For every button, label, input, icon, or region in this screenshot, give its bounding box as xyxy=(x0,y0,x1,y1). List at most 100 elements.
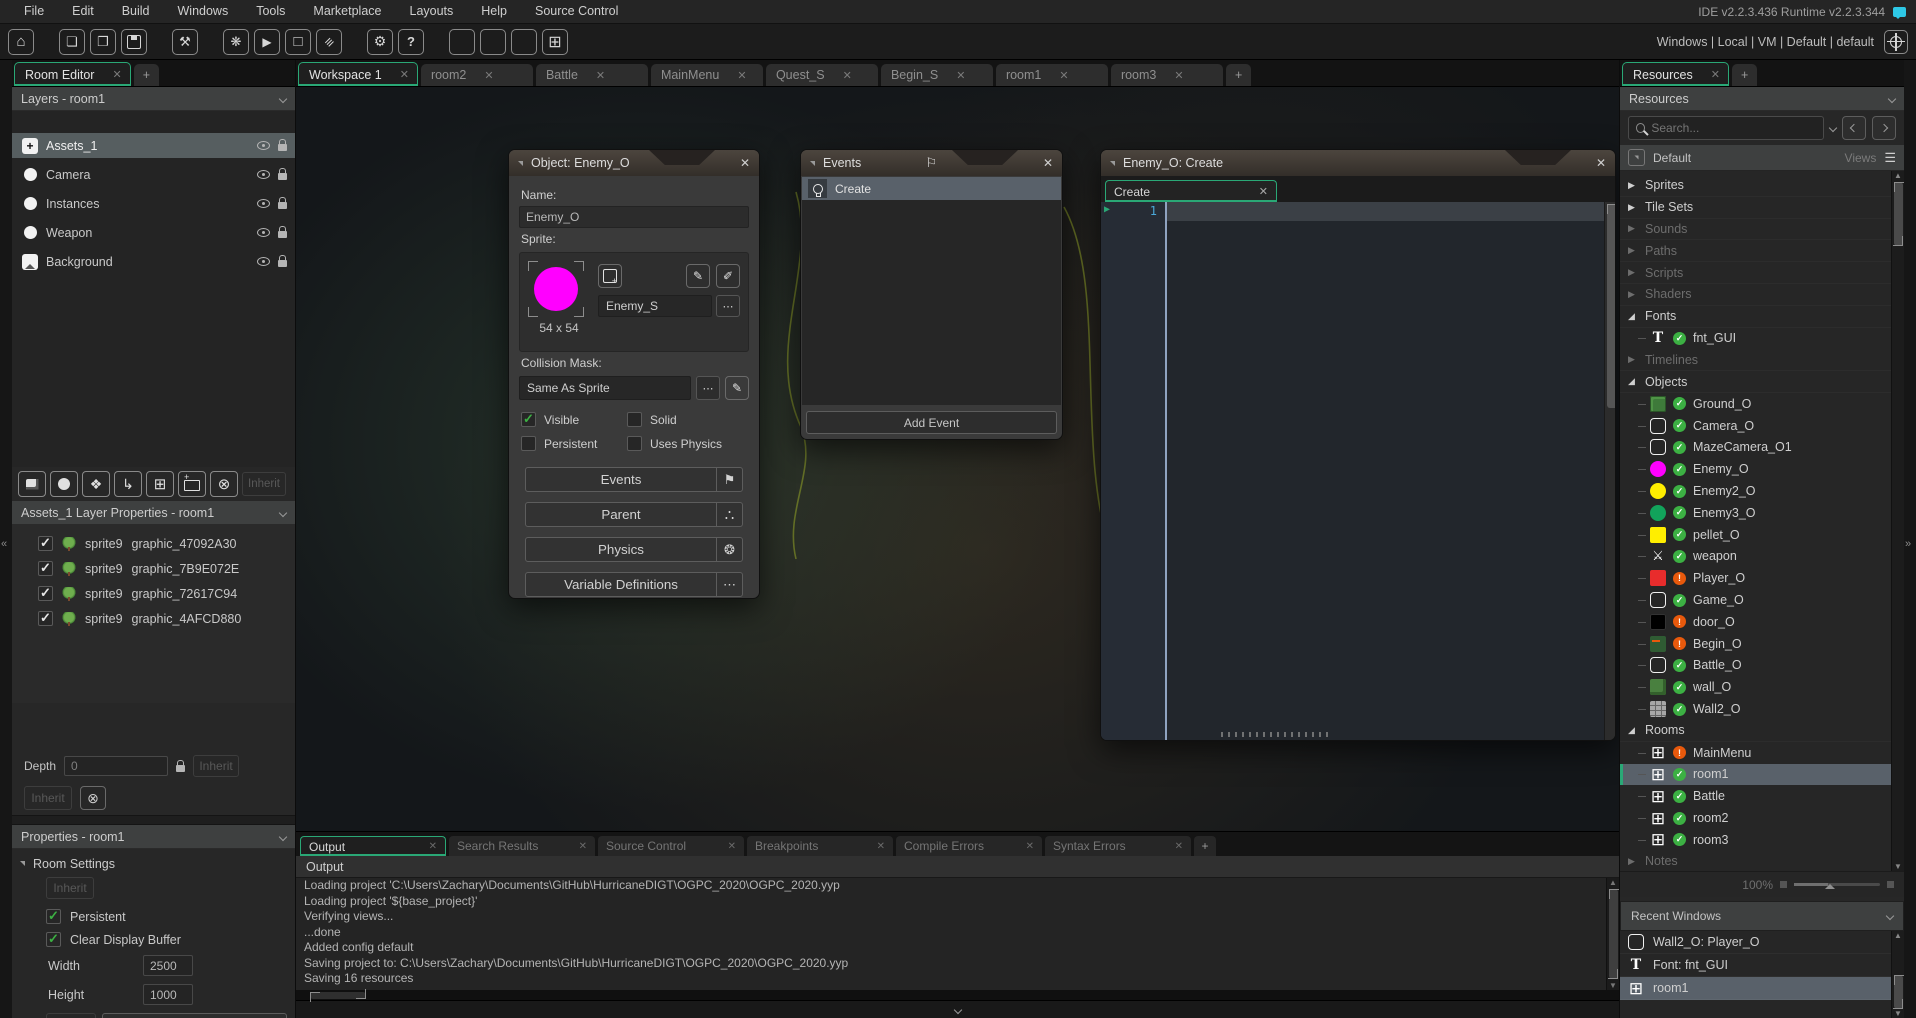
zoom-slider[interactable] xyxy=(1794,883,1880,886)
asset-row[interactable]: sprite9 graphic_47092A30 xyxy=(12,531,295,556)
visibility-eye-icon[interactable] xyxy=(257,170,270,179)
expander-icon[interactable] xyxy=(1628,725,1638,736)
object-action-button[interactable]: Physics xyxy=(525,537,743,562)
resource-row[interactable]: Enemy3_O xyxy=(1620,502,1904,524)
add-event-button[interactable]: Add Event xyxy=(806,411,1057,434)
resource-row[interactable]: room2 xyxy=(1620,807,1904,829)
collapse-all-icon[interactable] xyxy=(1628,149,1645,166)
zoom-out-handle[interactable] xyxy=(1780,881,1787,888)
expander-icon[interactable] xyxy=(1628,289,1638,300)
add-output-tab-button[interactable]: + xyxy=(1194,836,1216,856)
close-icon[interactable]: ✕ xyxy=(1711,68,1720,81)
code-editor-window[interactable]: Enemy_O: Create ✕ Create ✕ ▶ 1 xyxy=(1100,149,1616,741)
setting-checkbox[interactable] xyxy=(46,909,61,924)
code-area[interactable] xyxy=(1167,202,1615,740)
object-editor-window[interactable]: Object: Enemy_O ✕ Name: Sprite: ✎ ✐ xyxy=(508,149,760,599)
close-icon[interactable]: ✕ xyxy=(596,69,605,82)
resource-row[interactable]: Begin_O xyxy=(1620,633,1904,655)
object-name-input[interactable] xyxy=(519,206,749,228)
toolbar-button[interactable] xyxy=(542,29,568,55)
output-tab[interactable]: Syntax Errors ✕ xyxy=(1045,836,1191,856)
lock-icon[interactable] xyxy=(278,202,287,209)
object-action-button[interactable]: Variable Definitions xyxy=(525,572,743,597)
resource-row[interactable]: Fonts xyxy=(1620,306,1904,328)
menu-item[interactable]: Help xyxy=(467,0,521,23)
close-icon[interactable]: ✕ xyxy=(579,841,587,852)
target-manager-button[interactable] xyxy=(1884,30,1908,54)
expander-icon[interactable] xyxy=(1628,856,1638,867)
visibility-eye-icon[interactable] xyxy=(257,228,270,237)
left-collapse-strip[interactable]: « xyxy=(0,60,12,1018)
output-tab[interactable]: Compile Errors ✕ xyxy=(896,836,1042,856)
sprite-dropdown[interactable]: Enemy_S xyxy=(598,295,712,317)
depth-input[interactable] xyxy=(64,756,168,776)
expander-icon[interactable] xyxy=(1628,376,1638,387)
collision-browse-icon[interactable]: ⋯ xyxy=(696,376,720,400)
layer-tool-button[interactable] xyxy=(146,471,174,497)
layers-header[interactable]: Layers - room1 xyxy=(12,87,295,111)
layer-properties-header[interactable]: Assets_1 Layer Properties - room1 xyxy=(12,501,295,525)
menu-item[interactable]: Tools xyxy=(242,0,299,23)
code-editor[interactable]: ▶ 1 xyxy=(1101,202,1615,740)
toolbar-button[interactable] xyxy=(90,29,116,55)
resource-row[interactable]: door_O xyxy=(1620,611,1904,633)
menu-item[interactable]: Source Control xyxy=(521,0,632,23)
output-tab[interactable]: Search Results ✕ xyxy=(449,836,595,856)
collapse-triangle-icon[interactable] xyxy=(518,161,523,166)
close-icon[interactable]: ✕ xyxy=(1059,69,1068,82)
collapse-right-icon[interactable]: » xyxy=(1905,538,1911,550)
code-window-titlebar[interactable]: Enemy_O: Create ✕ xyxy=(1101,150,1615,176)
resource-row[interactable]: Objects xyxy=(1620,371,1904,393)
recent-window-row[interactable]: Wall2_O: Player_O xyxy=(1620,931,1904,954)
toolbar-button[interactable] xyxy=(59,29,85,55)
feedback-chat-icon[interactable] xyxy=(1893,7,1906,17)
editor-hscroll-dots[interactable] xyxy=(1221,732,1333,737)
navigate-back-button[interactable] xyxy=(1842,116,1866,140)
workspace-tab[interactable]: Begin_S ✕ xyxy=(881,64,993,86)
navigate-forward-button[interactable] xyxy=(1872,116,1896,140)
toolbar-button[interactable] xyxy=(8,29,34,55)
close-icon[interactable]: ✕ xyxy=(728,841,736,852)
close-icon[interactable]: ✕ xyxy=(1026,841,1034,852)
close-icon[interactable]: ✕ xyxy=(1596,156,1606,170)
resource-row[interactable]: Enemy_O xyxy=(1620,458,1904,480)
recent-scrollbar[interactable]: ▲ ▼ xyxy=(1891,931,1904,1018)
object-window-titlebar[interactable]: Object: Enemy_O ✕ xyxy=(509,150,759,176)
workspace-canvas[interactable]: Object: Enemy_O ✕ Name: Sprite: ✎ ✐ xyxy=(296,87,1619,831)
expander-icon[interactable] xyxy=(1628,267,1638,278)
resource-row[interactable]: Camera_O xyxy=(1620,415,1904,437)
toolbar-button[interactable] xyxy=(398,29,424,55)
output-collapse-bar[interactable] xyxy=(296,1000,1619,1018)
close-icon[interactable]: ✕ xyxy=(1043,156,1053,170)
close-icon[interactable]: ✕ xyxy=(737,69,746,82)
width-input[interactable] xyxy=(143,955,193,976)
close-icon[interactable]: ✕ xyxy=(429,841,437,852)
resource-row[interactable]: Wall2_O xyxy=(1620,698,1904,720)
close-icon[interactable]: ✕ xyxy=(843,69,852,82)
settings-inherit-button[interactable]: Inherit xyxy=(46,877,94,899)
output-vertical-scrollbar[interactable]: ▲ ▼ xyxy=(1606,878,1619,990)
event-list[interactable]: Create xyxy=(802,177,1061,405)
scrollbar-thumb[interactable] xyxy=(1609,889,1618,979)
menu-item[interactable]: File xyxy=(10,0,58,23)
inherit-button[interactable]: Inherit xyxy=(242,472,286,496)
workspace-tab[interactable]: Workspace 1 ✕ xyxy=(298,62,418,86)
close-icon[interactable]: ✕ xyxy=(1174,69,1183,82)
asset-row[interactable]: sprite9 graphic_4AFCD880 xyxy=(12,606,295,631)
resource-row[interactable]: MainMenu xyxy=(1620,742,1904,764)
resource-row[interactable]: pellet_O xyxy=(1620,524,1904,546)
object-action-button[interactable]: Events xyxy=(525,467,743,492)
collapse-left-icon[interactable]: « xyxy=(1,538,7,550)
creation-code-button[interactable]: Creation Code xyxy=(102,1013,287,1018)
tab-room-editor[interactable]: Room Editor ✕ xyxy=(14,62,131,86)
recent-window-row[interactable]: room1 xyxy=(1620,977,1904,1000)
depth-inherit-button[interactable]: Inherit xyxy=(193,755,239,777)
views-menu-icon[interactable]: ☰ xyxy=(1884,150,1896,166)
add-workspace-tab-button[interactable]: + xyxy=(1226,64,1251,86)
lock-icon[interactable] xyxy=(278,144,287,151)
events-window[interactable]: Events ⚐ ✕ Create Add Event xyxy=(800,149,1063,440)
scroll-down-icon[interactable]: ▼ xyxy=(1894,1009,1902,1018)
visibility-eye-icon[interactable] xyxy=(257,199,270,208)
height-input[interactable] xyxy=(143,984,193,1005)
search-box[interactable] xyxy=(1628,116,1824,140)
